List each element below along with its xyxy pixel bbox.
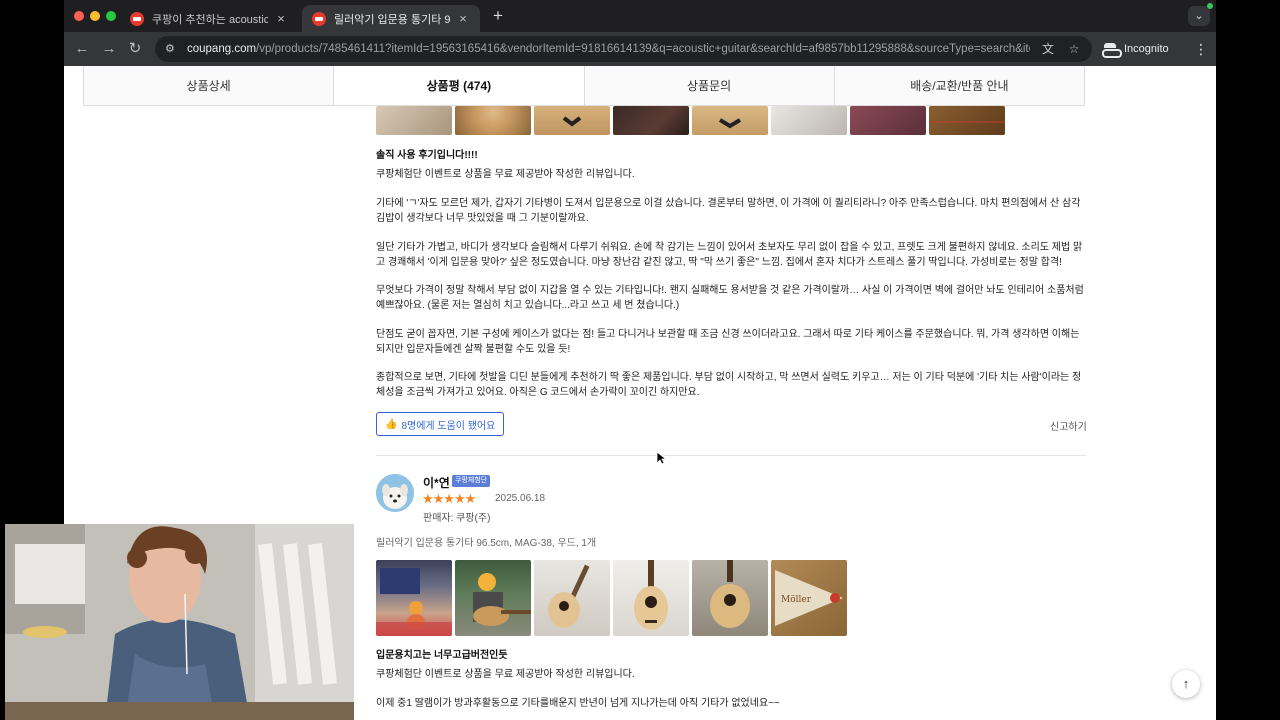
webcam-person-image bbox=[5, 524, 354, 720]
url-path: /vp/products/7485461411?itemId=195631654… bbox=[256, 43, 1030, 55]
review-date: 2025.06.18 bbox=[495, 493, 546, 504]
review-paragraph: 기타에 'ㄱ'자도 모르던 제가, 갑자기 기타병이 도져서 입문용으로 이걸 … bbox=[376, 198, 1081, 224]
review-photos: Möller bbox=[376, 560, 847, 636]
coupang-favicon-icon bbox=[312, 11, 326, 26]
review-photos bbox=[376, 106, 1005, 135]
url-host: coupang.com bbox=[187, 43, 257, 55]
guitar-photo bbox=[634, 560, 668, 630]
review-photo[interactable] bbox=[534, 106, 610, 135]
back-arrow-icon[interactable]: ← bbox=[72, 39, 92, 59]
mouse-cursor-icon bbox=[656, 451, 666, 465]
browser-tab-2[interactable]: 릴러악기 입문용 통기타 96.5cm - × bbox=[302, 5, 480, 32]
reviewer-name: 이*연 bbox=[423, 476, 450, 490]
review-disclosure: 쿠팡체험단 이벤트로 상품을 무료 제공받아 작성한 리뷰입니다. bbox=[376, 169, 635, 180]
review-paragraph: 단점도 굳이 꼽자면, 기본 구성에 케이스가 없다는 점! 들고 다니거나 보… bbox=[376, 329, 1080, 355]
close-tab-icon[interactable]: × bbox=[456, 11, 470, 26]
review-photo[interactable] bbox=[455, 106, 531, 135]
incognito-indicator[interactable]: Incognito bbox=[1102, 38, 1169, 60]
review-photo[interactable] bbox=[929, 106, 1005, 135]
site-info-icon[interactable]: ⚙ bbox=[165, 42, 179, 56]
avatar bbox=[376, 474, 414, 512]
tab-strip: 쿠팡이 추천하는 acoustic guitar × 릴러악기 입문용 통기타 … bbox=[64, 0, 1216, 32]
review-disclosure: 쿠팡체험단 이벤트로 상품을 무료 제공받아 작성한 리뷰입니다. bbox=[376, 669, 635, 680]
helpful-button[interactable]: 👍 8명에게 도움이 됐어요 bbox=[376, 412, 505, 436]
reviewer-badge: 쿠팡체험단 bbox=[452, 475, 491, 487]
rating-stars: ★★★★★ bbox=[422, 491, 476, 506]
purchase-option: 릴러악기 입문용 통기타 96.5cm, MAG-38, 우드, 1개 bbox=[376, 538, 597, 549]
address-bar[interactable]: ⚙ coupang.com/vp/products/7485461411?ite… bbox=[155, 36, 1092, 62]
review-title: 입문용치고는 너무고급버전인듯 bbox=[376, 650, 508, 661]
helpful-label: 8명에게 도움이 됐어요 bbox=[401, 420, 496, 432]
tab-title: 쿠팡이 추천하는 acoustic guitar bbox=[152, 13, 268, 26]
guitar-photo bbox=[548, 564, 590, 628]
review-photo[interactable] bbox=[692, 560, 768, 636]
review-paragraph: 종합적으로 보면, 기타에 첫발을 디딘 분들에게 추천하기 딱 좋은 제품입니… bbox=[376, 372, 1082, 398]
guitar-photo bbox=[710, 560, 750, 628]
guitar-strings-image bbox=[929, 121, 1005, 123]
tab-product-detail[interactable]: 상품상세 bbox=[84, 66, 333, 105]
review-photo[interactable] bbox=[692, 106, 768, 135]
seller-label: 판매자: 쿠팡(주) bbox=[423, 513, 491, 524]
review-photo[interactable] bbox=[376, 560, 452, 636]
child-guitar-photo bbox=[473, 573, 531, 626]
more-menu-icon[interactable]: ⋮ bbox=[1194, 39, 1208, 59]
guitar-body-image bbox=[562, 116, 582, 127]
tab-shipping-returns[interactable]: 배송/교환/반품 안내 bbox=[833, 66, 1084, 105]
bookmark-star-icon[interactable]: ☆ bbox=[1066, 41, 1082, 57]
thumbs-up-icon: 👍 bbox=[385, 418, 398, 430]
review-photo[interactable]: Möller bbox=[771, 560, 847, 636]
tab-title: 릴러악기 입문용 통기타 96.5cm - bbox=[334, 13, 450, 26]
review-title: 솔직 사용 후기입니다!!!! bbox=[376, 150, 478, 161]
tab-search-button[interactable]: ⌄ bbox=[1188, 6, 1210, 26]
svg-text:Möller: Möller bbox=[781, 595, 812, 605]
review-photo[interactable] bbox=[613, 560, 689, 636]
maximize-window-button[interactable] bbox=[106, 11, 116, 21]
report-link[interactable]: 신고하기 bbox=[1050, 418, 1087, 433]
review-photo[interactable] bbox=[455, 560, 531, 636]
minimize-window-button[interactable] bbox=[90, 11, 100, 21]
guitar-body-image bbox=[718, 118, 742, 129]
incognito-label: Incognito bbox=[1124, 43, 1169, 55]
coupang-favicon-icon bbox=[130, 11, 144, 26]
forward-arrow-icon[interactable]: → bbox=[99, 39, 119, 59]
review-photo[interactable] bbox=[534, 560, 610, 636]
translate-icon[interactable]: 文 bbox=[1040, 41, 1056, 57]
review-paragraph: 일단 기타가 가볍고, 바디가 생각보다 슬림해서 다루기 쉬워요. 손에 착 … bbox=[376, 242, 1083, 268]
screen: 쿠팡이 추천하는 acoustic guitar × 릴러악기 입문용 통기타 … bbox=[0, 0, 1280, 720]
review-photo[interactable] bbox=[613, 106, 689, 135]
incognito-icon bbox=[1102, 43, 1122, 58]
review-photo[interactable] bbox=[376, 106, 452, 135]
review-divider bbox=[376, 455, 1086, 456]
review-photo[interactable] bbox=[850, 106, 926, 135]
close-tab-icon[interactable]: × bbox=[274, 11, 288, 26]
review-paragraph: 이제 중1 딸램이가 방과후활동으로 기타를배운지 반년이 넘게 지나가는데 아… bbox=[376, 698, 780, 709]
tab-product-inquiry[interactable]: 상품문의 bbox=[583, 66, 834, 105]
browser-tab-1[interactable]: 쿠팡이 추천하는 acoustic guitar × bbox=[120, 5, 298, 32]
scroll-to-top-button[interactable]: ↑ bbox=[1172, 670, 1200, 698]
tab-reviews[interactable]: 상품평 (474) bbox=[333, 66, 584, 105]
new-tab-button[interactable]: + bbox=[488, 6, 508, 26]
review-photo[interactable] bbox=[771, 106, 847, 135]
indicator-dot bbox=[1207, 3, 1213, 9]
browser-toolbar: ← → ↻ ⚙ coupang.com/vp/products/74854614… bbox=[64, 32, 1216, 66]
review-paragraph: 무엇보다 가격이 정말 착해서 부담 없이 지갑을 열 수 있는 기타입니다!.… bbox=[376, 285, 1084, 311]
dog-avatar-image bbox=[376, 474, 414, 512]
webcam-overlay bbox=[5, 524, 354, 720]
product-tabs: 상품상세 상품평 (474) 상품문의 배송/교환/반품 안내 bbox=[83, 66, 1085, 106]
url-text: coupang.com/vp/products/7485461411?itemI… bbox=[187, 43, 1030, 55]
child-guitar-photo bbox=[376, 568, 452, 636]
pennant-photo: Möller bbox=[775, 570, 843, 626]
reload-icon[interactable]: ↻ bbox=[125, 39, 145, 59]
close-window-button[interactable] bbox=[74, 11, 84, 21]
